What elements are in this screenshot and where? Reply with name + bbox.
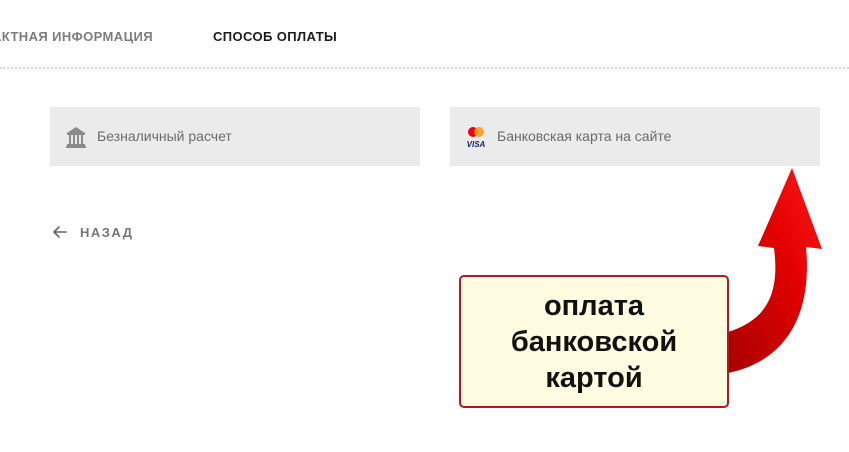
- tab-payment-method[interactable]: СПОСОБ ОПЛАТЫ: [213, 29, 337, 44]
- payment-option-card[interactable]: VISA Банковская карта на сайте: [450, 107, 820, 166]
- back-label: НАЗАД: [80, 224, 134, 240]
- tabs-divider: [0, 67, 849, 69]
- tab-contact-info[interactable]: АКТНАЯ ИНФОРМАЦИЯ: [0, 29, 153, 44]
- annotation-text: оплата банковской картой: [510, 289, 678, 394]
- checkout-tabs: АКТНАЯ ИНФОРМАЦИЯ СПОСОБ ОПЛАТЫ: [0, 0, 849, 68]
- payment-option-label: Банковская карта на сайте: [497, 128, 672, 144]
- payment-option-cashless[interactable]: Безналичный расчет: [50, 107, 420, 166]
- bank-icon: [66, 127, 86, 148]
- arrow-left-icon: [53, 226, 67, 238]
- mastercard-visa-icon: VISA: [467, 127, 486, 149]
- annotation-callout: оплата банковской картой: [459, 275, 729, 408]
- svg-text:VISA: VISA: [467, 140, 486, 149]
- payment-option-label: Безналичный расчет: [97, 128, 232, 144]
- back-button[interactable]: НАЗАД: [52, 222, 134, 242]
